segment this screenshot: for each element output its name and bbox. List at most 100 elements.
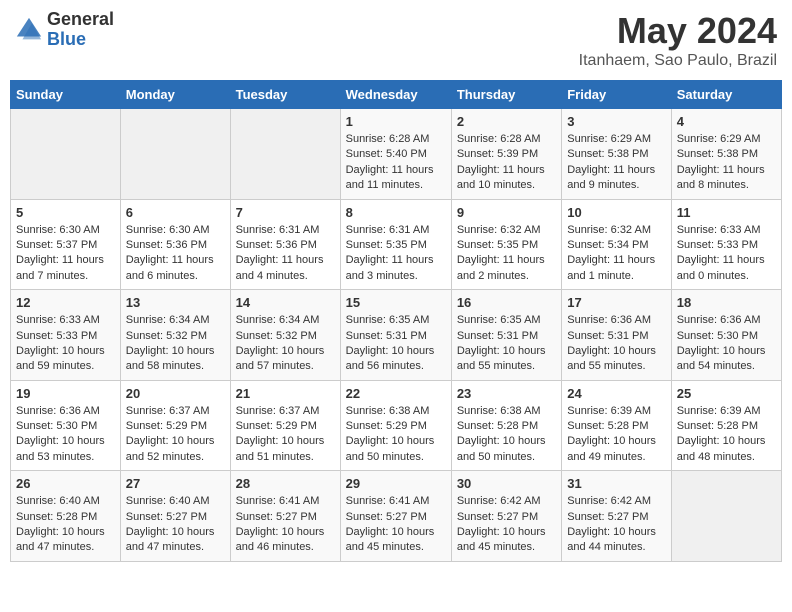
day-number: 8: [346, 205, 446, 220]
day-info: Sunrise: 6:38 AM Sunset: 5:28 PM Dayligh…: [457, 404, 556, 466]
day-info: Sunrise: 6:37 AM Sunset: 5:29 PM Dayligh…: [236, 404, 335, 466]
calendar-cell: 4 Sunrise: 6:29 AM Sunset: 5:38 PM Daylig…: [671, 109, 781, 200]
logo: General Blue: [15, 10, 114, 50]
day-info: Sunrise: 6:33 AM Sunset: 5:33 PM Dayligh…: [677, 223, 776, 285]
calendar-cell: 23 Sunrise: 6:38 AM Sunset: 5:28 PM Dayli…: [451, 380, 561, 471]
logo-blue: Blue: [47, 30, 114, 50]
day-info: Sunrise: 6:34 AM Sunset: 5:32 PM Dayligh…: [236, 313, 335, 375]
calendar-cell: 28 Sunrise: 6:41 AM Sunset: 5:27 PM Dayli…: [230, 471, 340, 562]
day-info: Sunrise: 6:32 AM Sunset: 5:34 PM Dayligh…: [567, 223, 665, 285]
day-number: 7: [236, 205, 335, 220]
logo-general: General: [47, 10, 114, 30]
calendar-cell: 14Sunrise: 6:34 AM Sunset: 5:32 PM Dayli…: [230, 290, 340, 381]
calendar-cell: 25 Sunrise: 6:39 AM Sunset: 5:28 PM Dayli…: [671, 380, 781, 471]
day-info: Sunrise: 6:28 AM Sunset: 5:39 PM Dayligh…: [457, 132, 556, 194]
day-number: 17: [567, 295, 665, 310]
week-row-4: 19 Sunrise: 6:36 AM Sunset: 5:30 PM Dayli…: [11, 380, 782, 471]
calendar-cell: 22 Sunrise: 6:38 AM Sunset: 5:29 PM Dayli…: [340, 380, 451, 471]
day-number: 28: [236, 476, 335, 491]
calendar-cell: [671, 471, 781, 562]
day-info: Sunrise: 6:35 AM Sunset: 5:31 PM Dayligh…: [346, 313, 446, 375]
week-row-5: 26 Sunrise: 6:40 AM Sunset: 5:28 PM Dayli…: [11, 471, 782, 562]
calendar-cell: 8 Sunrise: 6:31 AM Sunset: 5:35 PM Daylig…: [340, 199, 451, 290]
calendar-cell: 18 Sunrise: 6:36 AM Sunset: 5:30 PM Dayli…: [671, 290, 781, 381]
calendar-cell: [11, 109, 121, 200]
title-block: May 2024 Itanhaem, Sao Paulo, Brazil: [579, 10, 777, 70]
day-number: 29: [346, 476, 446, 491]
day-info: Sunrise: 6:38 AM Sunset: 5:29 PM Dayligh…: [346, 404, 446, 466]
calendar-cell: 19 Sunrise: 6:36 AM Sunset: 5:30 PM Dayli…: [11, 380, 121, 471]
day-info: Sunrise: 6:31 AM Sunset: 5:35 PM Dayligh…: [346, 223, 446, 285]
calendar-cell: 11Sunrise: 6:33 AM Sunset: 5:33 PM Dayli…: [671, 199, 781, 290]
day-info: Sunrise: 6:37 AM Sunset: 5:29 PM Dayligh…: [126, 404, 225, 466]
calendar-cell: 16 Sunrise: 6:35 AM Sunset: 5:31 PM Dayli…: [451, 290, 561, 381]
calendar-cell: 31 Sunrise: 6:42 AM Sunset: 5:27 PM Dayli…: [562, 471, 671, 562]
day-number: 31: [567, 476, 665, 491]
day-info: Sunrise: 6:33 AM Sunset: 5:33 PM Dayligh…: [16, 313, 115, 375]
day-number: 5: [16, 205, 115, 220]
day-number: 16: [457, 295, 556, 310]
day-info: Sunrise: 6:31 AM Sunset: 5:36 PM Dayligh…: [236, 223, 335, 285]
calendar-cell: 10 Sunrise: 6:32 AM Sunset: 5:34 PM Dayli…: [562, 199, 671, 290]
header-thursday: Thursday: [451, 81, 561, 109]
header-monday: Monday: [120, 81, 230, 109]
day-number: 6: [126, 205, 225, 220]
calendar-cell: 7 Sunrise: 6:31 AM Sunset: 5:36 PM Daylig…: [230, 199, 340, 290]
day-number: 9: [457, 205, 556, 220]
calendar-cell: 30Sunrise: 6:42 AM Sunset: 5:27 PM Dayli…: [451, 471, 561, 562]
page-header: General Blue May 2024 Itanhaem, Sao Paul…: [10, 10, 782, 70]
day-info: Sunrise: 6:42 AM Sunset: 5:27 PM Dayligh…: [567, 494, 665, 556]
day-info: Sunrise: 6:40 AM Sunset: 5:28 PM Dayligh…: [16, 494, 115, 556]
day-info: Sunrise: 6:36 AM Sunset: 5:31 PM Dayligh…: [567, 313, 665, 375]
header-tuesday: Tuesday: [230, 81, 340, 109]
calendar-cell: 21Sunrise: 6:37 AM Sunset: 5:29 PM Dayli…: [230, 380, 340, 471]
day-number: 22: [346, 386, 446, 401]
day-number: 12: [16, 295, 115, 310]
day-number: 13: [126, 295, 225, 310]
calendar-cell: 20 Sunrise: 6:37 AM Sunset: 5:29 PM Dayli…: [120, 380, 230, 471]
calendar-cell: 5Sunrise: 6:30 AM Sunset: 5:37 PM Daylig…: [11, 199, 121, 290]
calendar-cell: [230, 109, 340, 200]
day-number: 20: [126, 386, 225, 401]
day-number: 4: [677, 114, 776, 129]
day-number: 19: [16, 386, 115, 401]
day-number: 2: [457, 114, 556, 129]
calendar-cell: 3Sunrise: 6:29 AM Sunset: 5:38 PM Daylig…: [562, 109, 671, 200]
day-info: Sunrise: 6:29 AM Sunset: 5:38 PM Dayligh…: [677, 132, 776, 194]
day-number: 25: [677, 386, 776, 401]
calendar-header-row: SundayMondayTuesdayWednesdayThursdayFrid…: [11, 81, 782, 109]
day-number: 26: [16, 476, 115, 491]
day-info: Sunrise: 6:35 AM Sunset: 5:31 PM Dayligh…: [457, 313, 556, 375]
calendar-cell: 27 Sunrise: 6:40 AM Sunset: 5:27 PM Dayli…: [120, 471, 230, 562]
calendar-title: May 2024: [579, 10, 777, 52]
day-number: 27: [126, 476, 225, 491]
calendar-cell: 29 Sunrise: 6:41 AM Sunset: 5:27 PM Dayli…: [340, 471, 451, 562]
day-info: Sunrise: 6:36 AM Sunset: 5:30 PM Dayligh…: [16, 404, 115, 466]
day-info: Sunrise: 6:30 AM Sunset: 5:36 PM Dayligh…: [126, 223, 225, 285]
header-saturday: Saturday: [671, 81, 781, 109]
calendar-cell: 6 Sunrise: 6:30 AM Sunset: 5:36 PM Daylig…: [120, 199, 230, 290]
header-friday: Friday: [562, 81, 671, 109]
calendar-cell: 2 Sunrise: 6:28 AM Sunset: 5:39 PM Daylig…: [451, 109, 561, 200]
day-number: 15: [346, 295, 446, 310]
day-info: Sunrise: 6:41 AM Sunset: 5:27 PM Dayligh…: [346, 494, 446, 556]
logo-text: General Blue: [47, 10, 114, 50]
day-info: Sunrise: 6:28 AM Sunset: 5:40 PM Dayligh…: [346, 132, 446, 194]
day-number: 1: [346, 114, 446, 129]
day-info: Sunrise: 6:32 AM Sunset: 5:35 PM Dayligh…: [457, 223, 556, 285]
day-info: Sunrise: 6:39 AM Sunset: 5:28 PM Dayligh…: [677, 404, 776, 466]
week-row-3: 12 Sunrise: 6:33 AM Sunset: 5:33 PM Dayli…: [11, 290, 782, 381]
day-info: Sunrise: 6:34 AM Sunset: 5:32 PM Dayligh…: [126, 313, 225, 375]
calendar-cell: 17 Sunrise: 6:36 AM Sunset: 5:31 PM Dayli…: [562, 290, 671, 381]
week-row-2: 5Sunrise: 6:30 AM Sunset: 5:37 PM Daylig…: [11, 199, 782, 290]
day-info: Sunrise: 6:40 AM Sunset: 5:27 PM Dayligh…: [126, 494, 225, 556]
logo-icon: [15, 16, 43, 44]
day-number: 30: [457, 476, 556, 491]
day-number: 10: [567, 205, 665, 220]
day-number: 23: [457, 386, 556, 401]
day-info: Sunrise: 6:36 AM Sunset: 5:30 PM Dayligh…: [677, 313, 776, 375]
day-info: Sunrise: 6:41 AM Sunset: 5:27 PM Dayligh…: [236, 494, 335, 556]
day-number: 3: [567, 114, 665, 129]
day-number: 18: [677, 295, 776, 310]
week-row-1: 1 Sunrise: 6:28 AM Sunset: 5:40 PM Daylig…: [11, 109, 782, 200]
